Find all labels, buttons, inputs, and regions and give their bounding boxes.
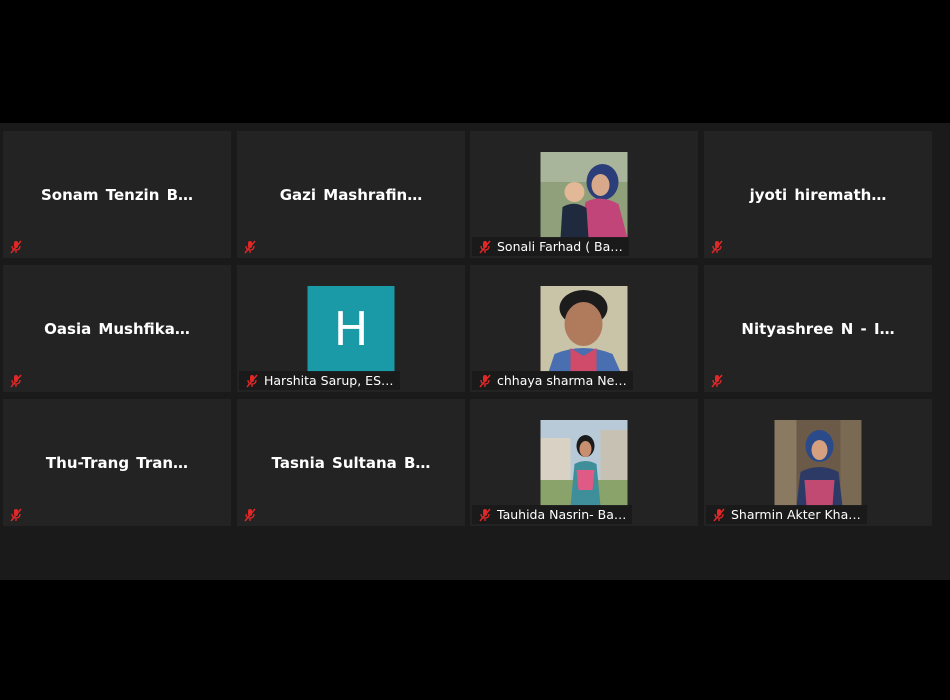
participant-tile[interactable]: chhaya sharma Ne…	[470, 265, 698, 392]
microphone-muted-icon	[7, 372, 24, 389]
participant-photo	[774, 420, 862, 506]
microphone-muted-icon	[708, 238, 725, 255]
microphone-muted-icon	[7, 238, 24, 255]
participant-photo	[540, 286, 628, 372]
participant-photo	[540, 420, 628, 506]
participant-tile[interactable]: Sharmin Akter Kha…	[704, 399, 932, 526]
participant-name-label: Harshita Sarup, ES…	[239, 371, 400, 390]
participant-tile[interactable]: Sonali Farhad ( Ba…	[470, 131, 698, 258]
participant-name: Nityashree N - I…	[741, 319, 895, 338]
participant-name: Sonam Tenzin B…	[40, 185, 194, 204]
microphone-muted-icon	[476, 372, 493, 389]
participant-tile[interactable]: Oasia Mushfika…	[3, 265, 231, 392]
participant-tile[interactable]: H Harshita Sarup, ES…	[237, 265, 465, 392]
participant-name: Harshita Sarup, ES…	[264, 373, 394, 388]
participant-name: Sharmin Akter Kha…	[731, 507, 861, 522]
microphone-muted-icon	[7, 506, 24, 523]
participant-tile[interactable]: Nityashree N - I…	[704, 265, 932, 392]
participant-name: Tauhida Nasrin- Ba…	[497, 507, 627, 522]
participant-name-label: Sonali Farhad ( Ba…	[472, 237, 629, 256]
microphone-muted-icon	[241, 238, 258, 255]
microphone-muted-icon	[476, 238, 493, 255]
participant-name-label: chhaya sharma Ne…	[472, 371, 633, 390]
video-gallery: Sonam Tenzin B… Gazi Mashrafin… Sonali F…	[0, 123, 950, 580]
participant-name: Tasnia Sultana B…	[271, 453, 431, 472]
participant-tile[interactable]: jyoti hiremath…	[704, 131, 932, 258]
participant-name-label: Sharmin Akter Kha…	[706, 505, 867, 524]
avatar: H	[307, 286, 395, 372]
participant-tile[interactable]: Sonam Tenzin B…	[3, 131, 231, 258]
participant-name: Sonali Farhad ( Ba…	[497, 239, 623, 254]
participant-name: Oasia Mushfika…	[44, 319, 190, 338]
microphone-muted-icon	[708, 372, 725, 389]
participant-name-label: Tauhida Nasrin- Ba…	[472, 505, 633, 524]
participant-tile[interactable]: Tasnia Sultana B…	[237, 399, 465, 526]
participant-name: chhaya sharma Ne…	[497, 373, 627, 388]
microphone-muted-icon	[243, 372, 260, 389]
participant-name: Thu-Trang Tran…	[45, 453, 189, 472]
participant-tile[interactable]: Gazi Mashrafin…	[237, 131, 465, 258]
microphone-muted-icon	[241, 506, 258, 523]
avatar-initial: H	[307, 286, 395, 372]
microphone-muted-icon	[710, 506, 727, 523]
participant-name: Gazi Mashrafin…	[279, 185, 423, 204]
participant-photo	[540, 152, 628, 238]
participant-tile[interactable]: Thu-Trang Tran…	[3, 399, 231, 526]
participant-tile[interactable]: Tauhida Nasrin- Ba…	[470, 399, 698, 526]
participant-name: jyoti hiremath…	[749, 185, 887, 204]
microphone-muted-icon	[476, 506, 493, 523]
